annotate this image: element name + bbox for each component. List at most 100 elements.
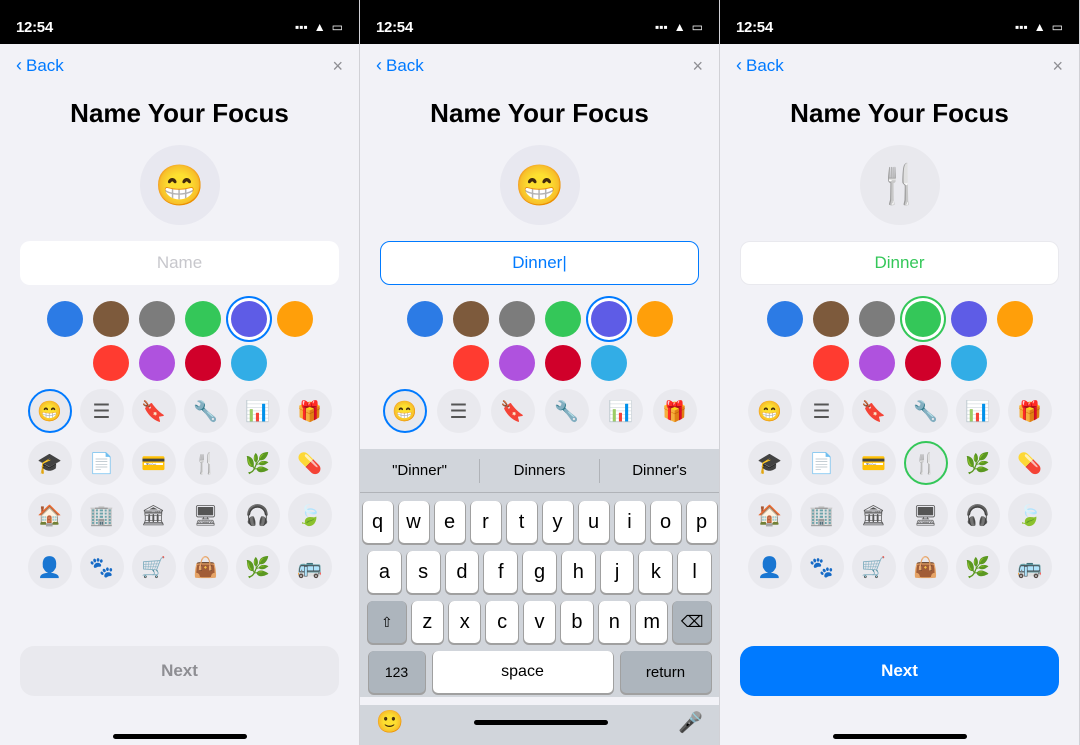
icon-wrench-2[interactable]: 🔧: [545, 389, 589, 433]
icon-headphone-3[interactable]: 🎧: [956, 493, 1000, 537]
icon-gift-1[interactable]: 🎁: [288, 389, 332, 433]
close-button-1[interactable]: ×: [332, 56, 343, 77]
key-g[interactable]: g: [523, 551, 556, 593]
swatch-teal-3[interactable]: [951, 345, 987, 381]
icon-grad-3[interactable]: 🎓: [748, 441, 792, 485]
icon-bag-3[interactable]: 👜: [904, 545, 948, 589]
key-z[interactable]: z: [412, 601, 443, 643]
icon-cart-1[interactable]: 🛒: [132, 545, 176, 589]
icon-bank-1[interactable]: 🏛: [132, 493, 176, 537]
swatch-gray-3[interactable]: [859, 301, 895, 337]
next-button-3[interactable]: Next: [740, 646, 1059, 696]
key-m[interactable]: m: [636, 601, 667, 643]
key-p[interactable]: p: [687, 501, 717, 543]
swatch-red-3[interactable]: [813, 345, 849, 381]
key-space[interactable]: space: [433, 651, 613, 693]
swatch-gray-1[interactable]: [139, 301, 175, 337]
focus-icon-2[interactable]: 😁: [500, 145, 580, 225]
icon-bookmark-3[interactable]: 🔖: [852, 389, 896, 433]
swatch-teal-1[interactable]: [231, 345, 267, 381]
key-n[interactable]: n: [599, 601, 630, 643]
icon-leaf-3[interactable]: 🌿: [956, 441, 1000, 485]
swatch-red-1[interactable]: [93, 345, 129, 381]
icon-smiley-2[interactable]: 😁: [383, 389, 427, 433]
key-d[interactable]: d: [446, 551, 479, 593]
key-b[interactable]: b: [561, 601, 592, 643]
back-label-1[interactable]: Back: [26, 56, 64, 76]
key-k[interactable]: k: [639, 551, 672, 593]
key-s[interactable]: s: [407, 551, 440, 593]
key-u[interactable]: u: [579, 501, 609, 543]
mic-key-2[interactable]: 🎤: [678, 710, 703, 735]
key-r[interactable]: r: [471, 501, 501, 543]
back-label-3[interactable]: Back: [746, 56, 784, 76]
key-f[interactable]: f: [484, 551, 517, 593]
key-a[interactable]: a: [368, 551, 401, 593]
key-delete[interactable]: ⌫: [673, 601, 711, 643]
icon-pill-1[interactable]: 💊: [288, 441, 332, 485]
icon-bookmark-1[interactable]: 🔖: [132, 389, 176, 433]
key-w[interactable]: w: [399, 501, 429, 543]
icon-bag-1[interactable]: 👜: [184, 545, 228, 589]
icon-plant-3[interactable]: 🍃: [1008, 493, 1052, 537]
icon-list-2[interactable]: ☰: [437, 389, 481, 433]
swatch-orange-3[interactable]: [997, 301, 1033, 337]
icon-chart-2[interactable]: 📊: [599, 389, 643, 433]
key-x[interactable]: x: [449, 601, 480, 643]
back-button-1[interactable]: ‹ Back: [16, 56, 64, 76]
swatch-indigo-1[interactable]: [231, 301, 267, 337]
autocorrect-0[interactable]: "Dinner": [360, 462, 479, 479]
swatch-orange-1[interactable]: [277, 301, 313, 337]
icon-home-3[interactable]: 🏠: [748, 493, 792, 537]
icon-bank-3[interactable]: 🏛: [852, 493, 896, 537]
icon-home-1[interactable]: 🏠: [28, 493, 72, 537]
icon-monitor-1[interactable]: 🖥: [184, 493, 228, 537]
close-button-2[interactable]: ×: [692, 56, 703, 77]
icon-doc-1[interactable]: 📄: [80, 441, 124, 485]
autocorrect-2[interactable]: Dinner's: [600, 462, 719, 479]
icon-doc-3[interactable]: 📄: [800, 441, 844, 485]
icon-fork-3[interactable]: 🍴: [904, 441, 948, 485]
key-i[interactable]: i: [615, 501, 645, 543]
key-q[interactable]: q: [363, 501, 393, 543]
key-o[interactable]: o: [651, 501, 681, 543]
swatch-orange-2[interactable]: [637, 301, 673, 337]
autocorrect-1[interactable]: Dinners: [480, 462, 599, 479]
icon-person-1[interactable]: 👤: [28, 545, 72, 589]
key-l[interactable]: l: [678, 551, 711, 593]
swatch-brown-2[interactable]: [453, 301, 489, 337]
icon-smiley-1[interactable]: 😁: [28, 389, 72, 433]
focus-icon-3[interactable]: 🍴: [860, 145, 940, 225]
icon-wrench-3[interactable]: 🔧: [904, 389, 948, 433]
icon-bookmark-2[interactable]: 🔖: [491, 389, 535, 433]
swatch-blue-3[interactable]: [767, 301, 803, 337]
icon-plant-1[interactable]: 🍃: [288, 493, 332, 537]
swatch-purple-3[interactable]: [859, 345, 895, 381]
key-e[interactable]: e: [435, 501, 465, 543]
key-shift[interactable]: ⇧: [368, 601, 406, 643]
icon-chart-3[interactable]: 📊: [956, 389, 1000, 433]
icon-paw-1[interactable]: 🐾: [80, 545, 124, 589]
swatch-crimson-2[interactable]: [545, 345, 581, 381]
icon-leaf-1[interactable]: 🌿: [236, 441, 280, 485]
swatch-blue-2[interactable]: [407, 301, 443, 337]
name-input-3[interactable]: Dinner: [740, 241, 1059, 285]
icon-bus-3[interactable]: 🚌: [1008, 545, 1052, 589]
icon-building-1[interactable]: 🏢: [80, 493, 124, 537]
icon-cart-3[interactable]: 🛒: [852, 545, 896, 589]
key-h[interactable]: h: [562, 551, 595, 593]
icon-leaf2-1[interactable]: 🌿: [236, 545, 280, 589]
swatch-crimson-1[interactable]: [185, 345, 221, 381]
icon-card-1[interactable]: 💳: [132, 441, 176, 485]
icon-smiley-3[interactable]: 😁: [748, 389, 792, 433]
swatch-green-2[interactable]: [545, 301, 581, 337]
icon-chart-1[interactable]: 📊: [236, 389, 280, 433]
swatch-red-2[interactable]: [453, 345, 489, 381]
key-j[interactable]: j: [601, 551, 634, 593]
swatch-indigo-3[interactable]: [951, 301, 987, 337]
swatch-brown-3[interactable]: [813, 301, 849, 337]
swatch-gray-2[interactable]: [499, 301, 535, 337]
icon-grad-1[interactable]: 🎓: [28, 441, 72, 485]
icon-person-3[interactable]: 👤: [748, 545, 792, 589]
swatch-purple-2[interactable]: [499, 345, 535, 381]
